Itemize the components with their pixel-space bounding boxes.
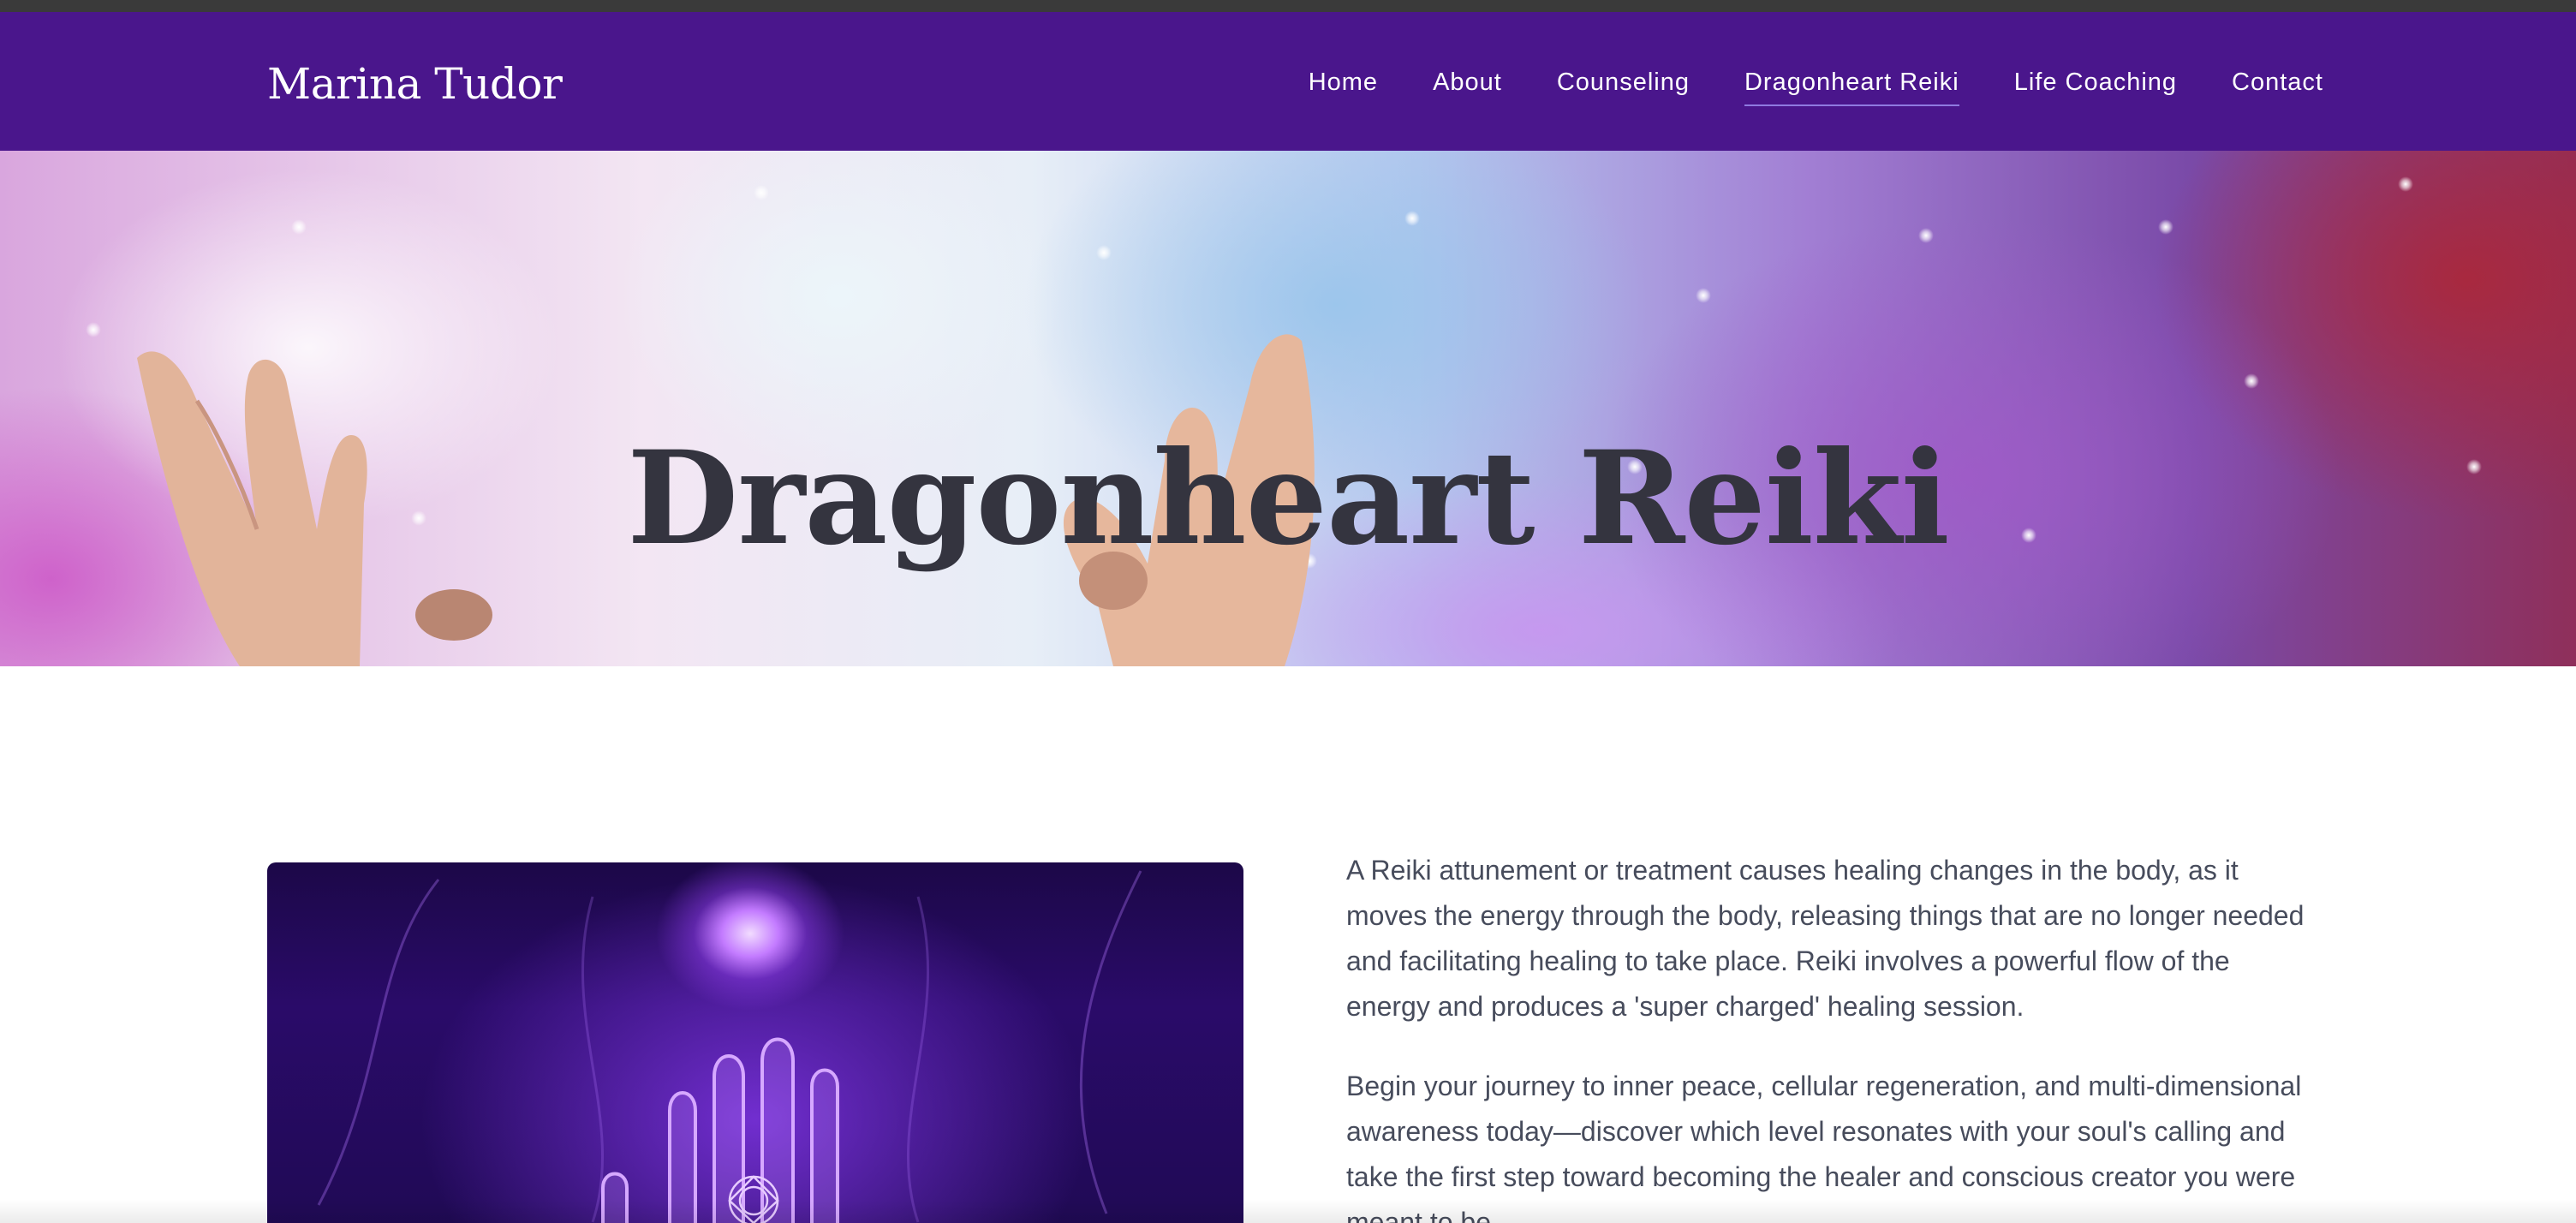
nav-item-about[interactable]: About bbox=[1433, 65, 1502, 106]
nav-item-life-coaching[interactable]: Life Coaching bbox=[2014, 65, 2177, 106]
page-title: Dragonheart Reiki bbox=[627, 422, 1950, 574]
hero-banner: Dragonheart Reiki bbox=[0, 151, 2576, 666]
sparkle-icon bbox=[2158, 219, 2174, 235]
sparkle-icon bbox=[2244, 373, 2259, 389]
paragraph-begin-journey: Begin your journey to inner peace, cellu… bbox=[1346, 1071, 2302, 1223]
sparkle-icon bbox=[291, 219, 307, 235]
sparkle-icon bbox=[2398, 176, 2413, 192]
site-brand[interactable]: Marina Tudor bbox=[267, 57, 563, 111]
sparkle-icon bbox=[754, 185, 769, 200]
sparkle-icon bbox=[1918, 228, 1934, 243]
nav-item-contact[interactable]: Contact bbox=[2232, 65, 2323, 106]
paragraph-reiki-attunement: A Reiki attunement or treatment causes h… bbox=[1346, 855, 2305, 1022]
nav-item-dragonheart-reiki[interactable]: Dragonheart Reiki bbox=[1744, 65, 1959, 106]
glowing-hand-icon bbox=[317, 870, 1142, 1223]
reiki-hand-image bbox=[267, 862, 1243, 1223]
browser-top-strip bbox=[0, 0, 2576, 12]
sparkle-icon bbox=[1696, 288, 1711, 303]
site-header: Marina Tudor Home About Counseling Drago… bbox=[0, 12, 2576, 151]
content-text: A Reiki attunement or treatment causes h… bbox=[1346, 848, 2309, 1223]
nav-item-counseling[interactable]: Counseling bbox=[1557, 65, 1690, 106]
main-nav: Home About Counseling Dragonheart Reiki … bbox=[1309, 65, 2323, 106]
sparkle-icon bbox=[1404, 211, 1420, 226]
sparkle-icon bbox=[1096, 245, 1112, 260]
sparkle-icon bbox=[86, 322, 101, 337]
nav-item-home[interactable]: Home bbox=[1309, 65, 1378, 106]
